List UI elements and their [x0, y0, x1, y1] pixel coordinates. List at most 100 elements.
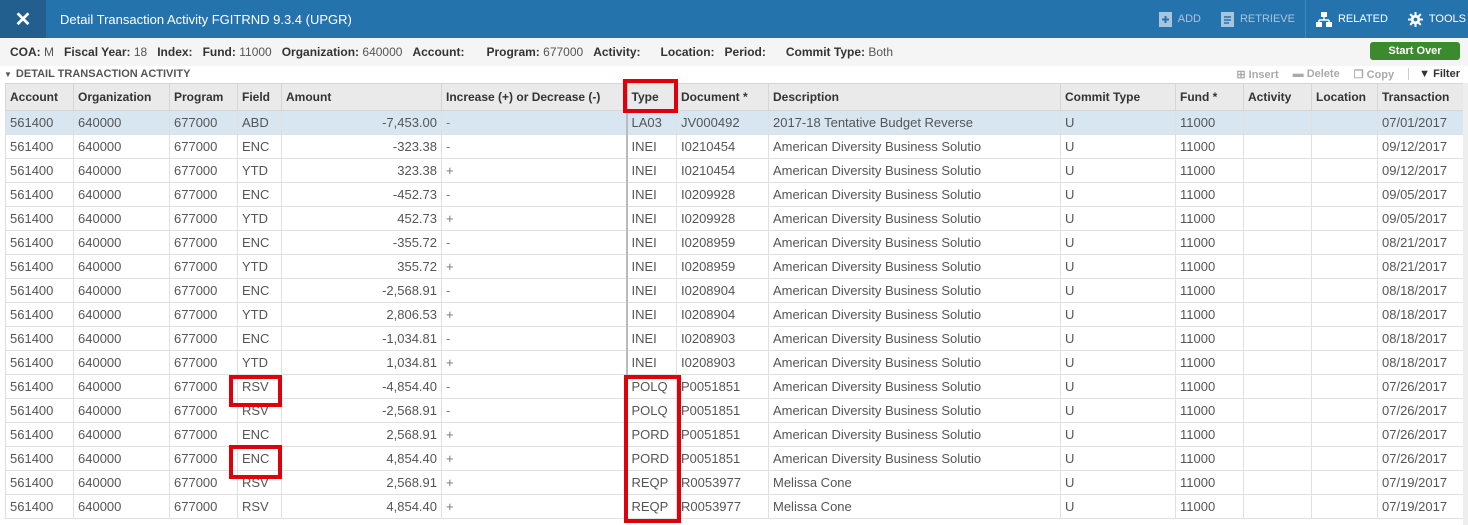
document-cell[interactable]: I0208903 — [676, 350, 769, 375]
transaction-date-cell[interactable]: 08/18/2017 — [1377, 350, 1464, 375]
account-cell[interactable]: 561400 — [5, 446, 74, 471]
program-cell[interactable]: 677000 — [169, 110, 238, 135]
activity-cell[interactable] — [1243, 182, 1312, 207]
activity-cell[interactable] — [1243, 230, 1312, 255]
amount-cell[interactable]: 2,806.53 — [281, 302, 442, 327]
location-cell[interactable] — [1311, 134, 1378, 159]
amount-cell[interactable]: 2,568.91 — [281, 422, 442, 447]
copy-button[interactable]: ❐ Copy — [1354, 68, 1394, 81]
fund-cell[interactable]: 11000 — [1175, 374, 1244, 399]
table-row[interactable]: 561400 640000 677000 ENC 2,568.91 + PORD P00518… — [5, 422, 1464, 447]
column-header[interactable]: Amount — [281, 83, 442, 111]
document-cell[interactable]: I0208903 — [676, 326, 769, 351]
transaction-date-cell[interactable]: 09/05/2017 — [1377, 182, 1464, 207]
column-header[interactable]: Field — [237, 83, 282, 111]
table-row[interactable]: 561400 640000 677000 RSV 4,854.40 + REQP R00539… — [5, 494, 1464, 519]
column-header[interactable]: Location — [1311, 83, 1378, 111]
field-cell[interactable]: ENC — [237, 134, 282, 159]
account-cell[interactable]: 561400 — [5, 254, 74, 279]
fund-cell[interactable]: 11000 — [1175, 206, 1244, 231]
tools-button[interactable]: TOOLS — [1398, 0, 1468, 38]
commit-type-cell[interactable]: U — [1060, 230, 1176, 255]
account-cell[interactable]: 561400 — [5, 374, 74, 399]
activity-cell[interactable] — [1243, 278, 1312, 303]
close-icon[interactable]: ✕ — [0, 0, 46, 38]
document-cell[interactable]: I0209928 — [676, 182, 769, 207]
location-cell[interactable] — [1311, 422, 1378, 447]
fund-cell[interactable]: 11000 — [1175, 326, 1244, 351]
column-header[interactable]: Program — [169, 83, 238, 111]
field-cell[interactable]: YTD — [237, 350, 282, 375]
amount-cell[interactable]: 4,854.40 — [281, 446, 442, 471]
commit-type-cell[interactable]: U — [1060, 398, 1176, 423]
table-row[interactable]: 561400 640000 677000 RSV 2,568.91 + REQP R00539… — [5, 470, 1464, 495]
column-header[interactable]: Transaction — [1377, 83, 1464, 111]
column-header[interactable]: Organization — [73, 83, 170, 111]
sign-cell[interactable]: - — [441, 182, 627, 207]
program-cell[interactable]: 677000 — [169, 326, 238, 351]
column-header[interactable]: Fund * — [1175, 83, 1244, 111]
table-row[interactable]: 561400 640000 677000 ENC -355.72- INEI I020895… — [5, 230, 1464, 255]
document-cell[interactable]: JV000492 — [676, 110, 769, 135]
organization-cell[interactable]: 640000 — [73, 350, 170, 375]
amount-cell[interactable]: 4,854.40 — [281, 494, 442, 519]
delete-button[interactable]: ▬ Delete — [1293, 68, 1340, 80]
amount-cell[interactable]: 2,568.91 — [281, 470, 442, 495]
table-row[interactable]: 561400 640000 677000 YTD 1,034.81 + INEI I02089… — [5, 350, 1464, 375]
table-row[interactable]: 561400 640000 677000 ENC -323.38- INEI I021045… — [5, 134, 1464, 159]
description-cell[interactable]: American Diversity Business Solutio — [768, 158, 1061, 183]
activity-cell[interactable] — [1243, 374, 1312, 399]
program-cell[interactable]: 677000 — [169, 206, 238, 231]
sign-cell[interactable]: + — [441, 494, 627, 519]
program-cell[interactable]: 677000 — [169, 374, 238, 399]
commit-type-cell[interactable]: U — [1060, 182, 1176, 207]
organization-cell[interactable]: 640000 — [73, 302, 170, 327]
commit-type-cell[interactable]: U — [1060, 470, 1176, 495]
description-cell[interactable]: American Diversity Business Solutio — [768, 230, 1061, 255]
account-cell[interactable]: 561400 — [5, 278, 74, 303]
transaction-date-cell[interactable]: 07/19/2017 — [1377, 470, 1464, 495]
description-cell[interactable]: American Diversity Business Solutio — [768, 302, 1061, 327]
activity-cell[interactable] — [1243, 326, 1312, 351]
sign-cell[interactable]: + — [441, 302, 627, 327]
transaction-date-cell[interactable]: 08/18/2017 — [1377, 302, 1464, 327]
sign-cell[interactable]: - — [441, 110, 627, 135]
location-cell[interactable] — [1311, 446, 1378, 471]
transaction-date-cell[interactable]: 07/26/2017 — [1377, 374, 1464, 399]
retrieve-button[interactable]: RETRIEVE — [1211, 0, 1305, 38]
table-row[interactable]: 561400 640000 677000 ENC 4,854.40 + PORD P00518… — [5, 446, 1464, 471]
type-cell[interactable]: INEI — [625, 134, 677, 159]
field-cell[interactable]: RSV — [237, 494, 282, 519]
sign-cell[interactable]: - — [441, 278, 627, 303]
document-cell[interactable]: I0210454 — [676, 158, 769, 183]
program-cell[interactable]: 677000 — [169, 302, 238, 327]
fund-cell[interactable]: 11000 — [1175, 254, 1244, 279]
organization-cell[interactable]: 640000 — [73, 110, 170, 135]
organization-cell[interactable]: 640000 — [73, 326, 170, 351]
fund-cell[interactable]: 11000 — [1175, 110, 1244, 135]
type-cell[interactable]: INEI — [625, 206, 677, 231]
location-cell[interactable] — [1311, 278, 1378, 303]
document-cell[interactable]: P0051851 — [676, 374, 769, 399]
document-cell[interactable]: I0208959 — [676, 230, 769, 255]
program-cell[interactable]: 677000 — [169, 494, 238, 519]
amount-cell[interactable]: 1,034.81 — [281, 350, 442, 375]
account-cell[interactable]: 561400 — [5, 350, 74, 375]
activity-cell[interactable] — [1243, 302, 1312, 327]
description-cell[interactable]: American Diversity Business Solutio — [768, 278, 1061, 303]
account-cell[interactable]: 561400 — [5, 134, 74, 159]
transaction-date-cell[interactable]: 07/19/2017 — [1377, 494, 1464, 519]
description-cell[interactable]: American Diversity Business Solutio — [768, 326, 1061, 351]
commit-type-cell[interactable]: U — [1060, 206, 1176, 231]
location-cell[interactable] — [1311, 374, 1378, 399]
field-cell[interactable]: ENC — [237, 230, 282, 255]
amount-cell[interactable]: -355.72 — [281, 230, 442, 255]
account-cell[interactable]: 561400 — [5, 110, 74, 135]
vertical-scrollbar[interactable] — [1463, 83, 1468, 525]
transaction-date-cell[interactable]: 08/18/2017 — [1377, 278, 1464, 303]
document-cell[interactable]: I0208904 — [676, 302, 769, 327]
program-cell[interactable]: 677000 — [169, 278, 238, 303]
amount-cell[interactable]: 355.72 — [281, 254, 442, 279]
document-cell[interactable]: R0053977 — [676, 494, 769, 519]
location-cell[interactable] — [1311, 110, 1378, 135]
